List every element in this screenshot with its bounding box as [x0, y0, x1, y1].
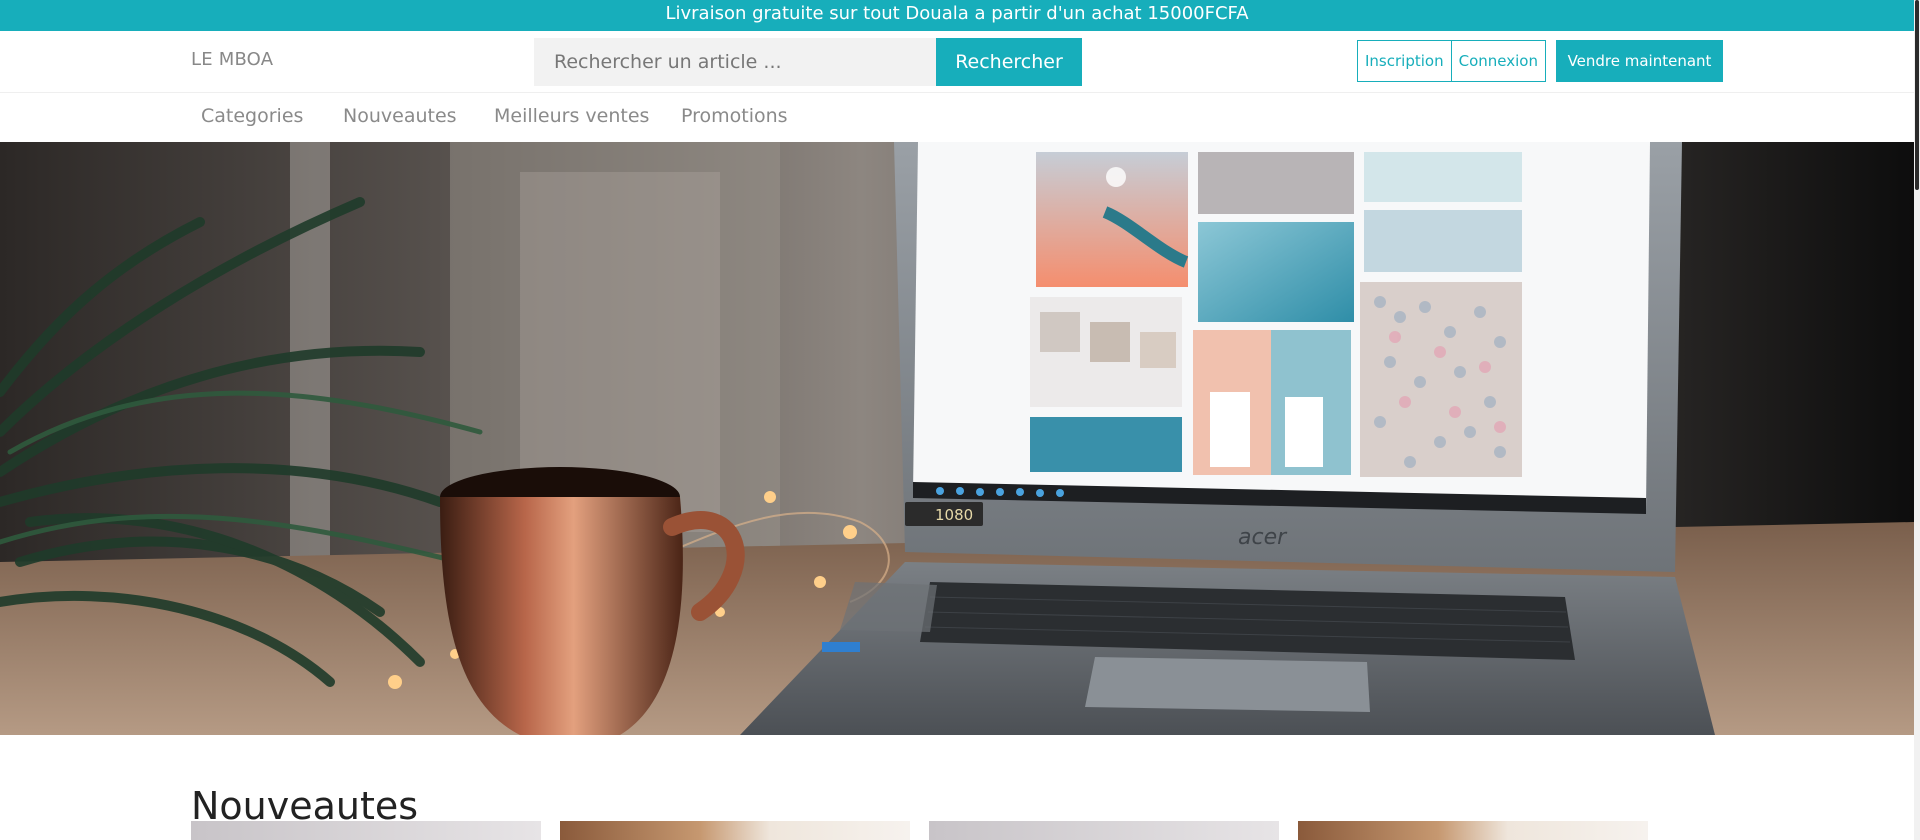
auth-buttons: Inscription Connexion [1357, 40, 1546, 82]
nav-item-meilleurs-ventes[interactable]: Meilleurs ventes [494, 105, 649, 127]
search-bar: Rechercher [534, 38, 1082, 86]
nav-item-promotions[interactable]: Promotions [681, 105, 788, 127]
signup-button[interactable]: Inscription [1357, 40, 1452, 82]
nav-item-nouveautes[interactable]: Nouveautes [343, 105, 457, 127]
promo-text: Livraison gratuite sur tout Douala a par… [665, 3, 1249, 24]
product-card[interactable] [191, 821, 541, 840]
sell-now-button[interactable]: Vendre maintenant [1556, 40, 1723, 82]
login-button[interactable]: Connexion [1451, 40, 1546, 82]
product-card[interactable] [929, 821, 1279, 840]
site-logo[interactable]: LE MBOA [191, 49, 273, 70]
search-button[interactable]: Rechercher [936, 38, 1082, 86]
scrollbar-thumb[interactable] [1915, 0, 1919, 190]
site-header: LE MBOA Rechercher Inscription Connexion… [0, 31, 1914, 93]
search-input[interactable] [534, 38, 937, 86]
main-nav: Categories Nouveautes Meilleurs ventes P… [0, 93, 1914, 142]
page-scrollbar[interactable] [1914, 0, 1920, 840]
laptop-brand-text: acer [1238, 525, 1288, 550]
product-card[interactable] [560, 821, 910, 840]
hero-image: 1080 acer [0, 142, 1914, 735]
display-badge-text: 1080 [935, 506, 973, 524]
hero-banner: 1080 acer [0, 142, 1914, 735]
nav-item-categories[interactable]: Categories [201, 105, 303, 127]
product-card[interactable] [1298, 821, 1648, 840]
promo-banner: Livraison gratuite sur tout Douala a par… [0, 0, 1914, 31]
